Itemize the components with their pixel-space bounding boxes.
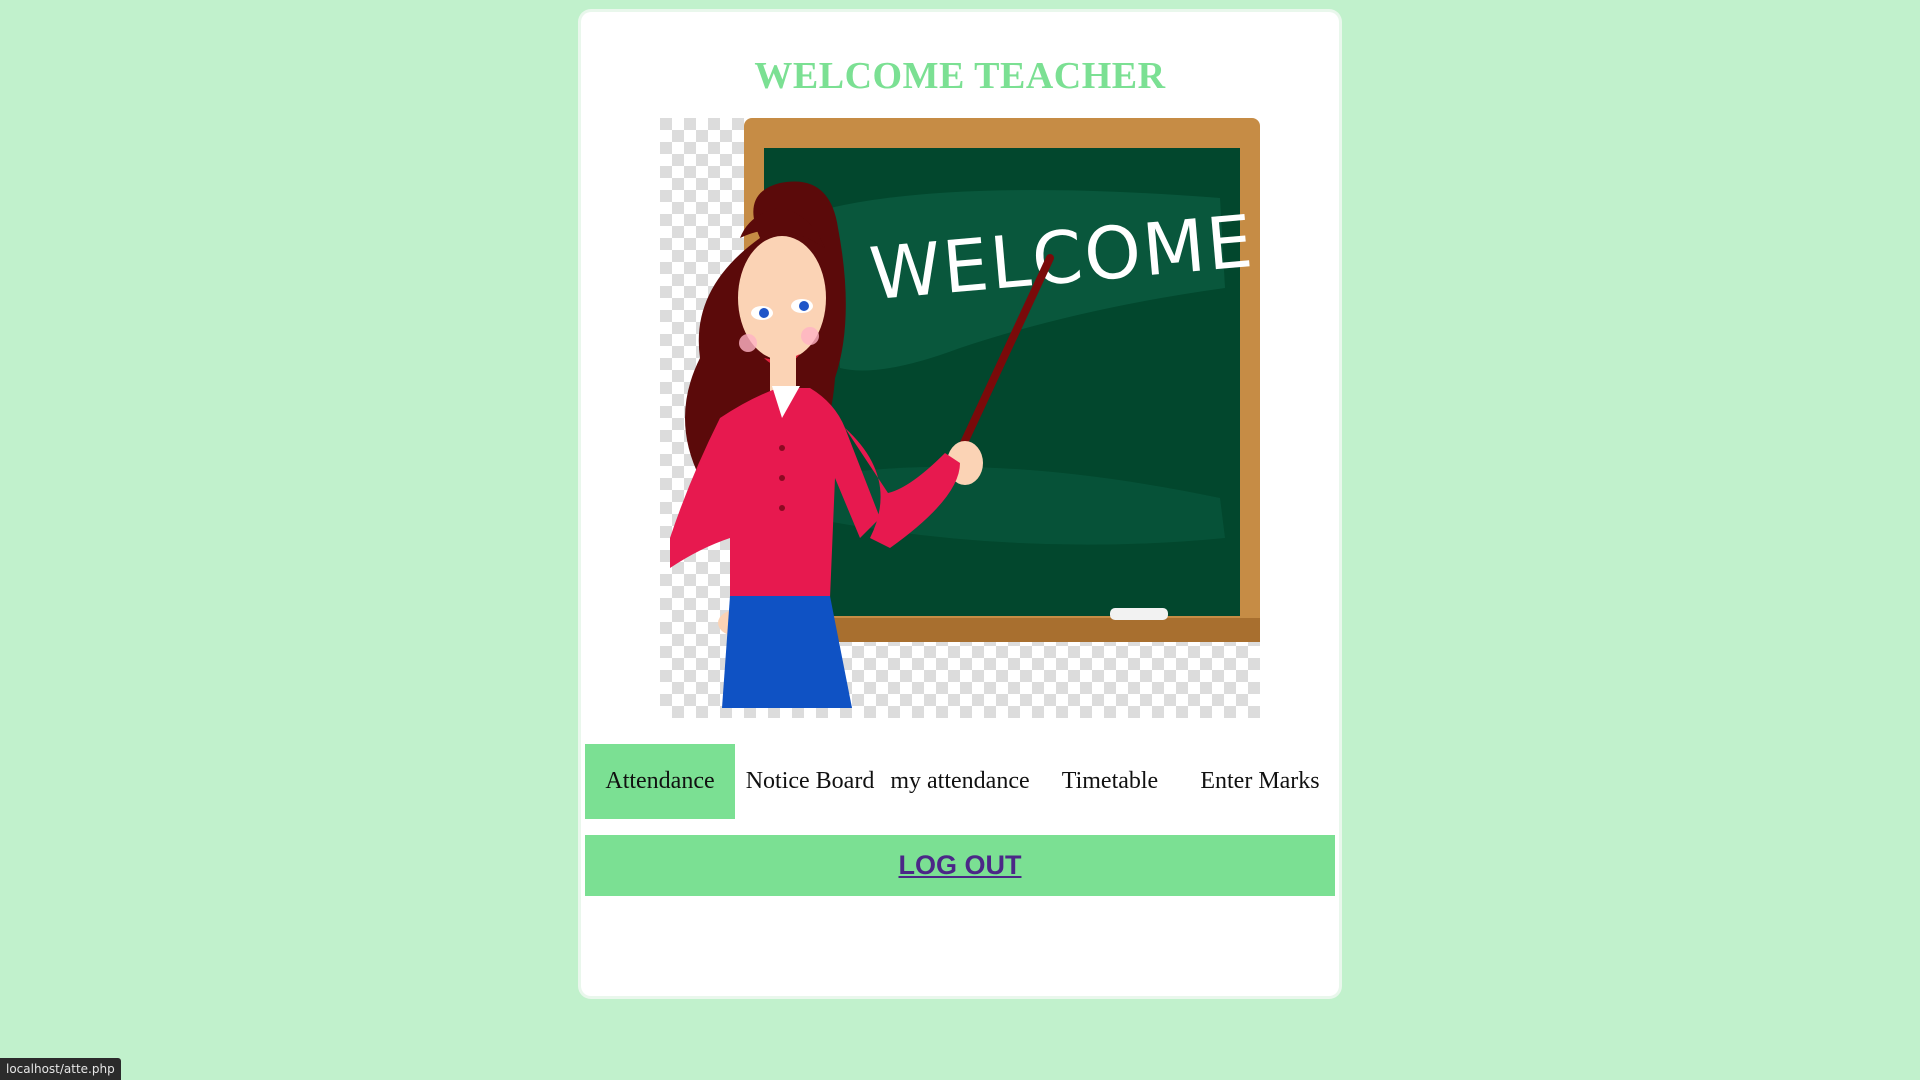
nav-notice-board[interactable]: Notice Board [735,744,885,819]
status-bar-url: localhost/atte.php [0,1058,121,1080]
main-card: WELCOME TEACHER WELCOME Attendance Notic… [581,12,1339,996]
nav-enter-marks[interactable]: Enter Marks [1185,744,1335,819]
teacher-illustration: WELCOME [660,118,1260,718]
teacher-skirt [722,596,852,708]
teacher-nav: Attendance Notice Board my attendance Ti… [585,744,1335,819]
chalk-piece [1110,608,1168,620]
nav-my-attendance[interactable]: my attendance [885,744,1035,819]
nav-attendance[interactable]: Attendance [585,744,735,819]
nav-timetable[interactable]: Timetable [1035,744,1185,819]
page-title: WELCOME TEACHER [754,55,1166,97]
logout-link[interactable]: LOG OUT [899,850,1022,881]
logout-bar: LOG OUT [585,835,1335,896]
